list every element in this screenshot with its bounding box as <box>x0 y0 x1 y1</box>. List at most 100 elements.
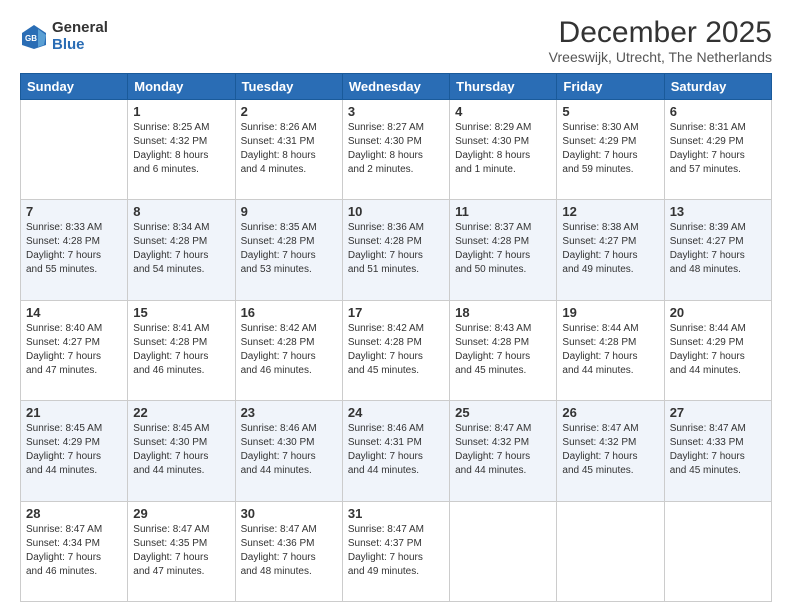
calendar-cell: 28 Sunrise: 8:47 AMSunset: 4:34 PMDayligh… <box>21 501 128 601</box>
day-info: Sunrise: 8:44 AMSunset: 4:29 PMDaylight:… <box>670 322 766 378</box>
day-info: Sunrise: 8:36 AMSunset: 4:28 PMDaylight:… <box>348 221 444 277</box>
day-info: Sunrise: 8:30 AMSunset: 4:29 PMDaylight:… <box>562 121 658 177</box>
day-info: Sunrise: 8:26 AMSunset: 4:31 PMDaylight:… <box>241 121 337 177</box>
day-number: 13 <box>670 204 766 219</box>
day-number: 20 <box>670 305 766 320</box>
calendar-cell: 22 Sunrise: 8:45 AMSunset: 4:30 PMDayligh… <box>128 401 235 501</box>
calendar-cell: 20 Sunrise: 8:44 AMSunset: 4:29 PMDayligh… <box>664 300 771 400</box>
day-number: 2 <box>241 104 337 119</box>
day-info: Sunrise: 8:39 AMSunset: 4:27 PMDaylight:… <box>670 221 766 277</box>
calendar-week-0: 1Sunrise: 8:25 AMSunset: 4:32 PMDaylight… <box>21 100 772 200</box>
day-info: Sunrise: 8:46 AMSunset: 4:30 PMDaylight:… <box>241 422 337 478</box>
day-info: Sunrise: 8:47 AMSunset: 4:32 PMDaylight:… <box>562 422 658 478</box>
day-number: 26 <box>562 405 658 420</box>
title-block: December 2025 Vreeswijk, Utrecht, The Ne… <box>549 16 772 65</box>
day-info: Sunrise: 8:33 AMSunset: 4:28 PMDaylight:… <box>26 221 122 277</box>
day-info: Sunrise: 8:45 AMSunset: 4:29 PMDaylight:… <box>26 422 122 478</box>
day-number: 8 <box>133 204 229 219</box>
day-number: 29 <box>133 506 229 521</box>
day-number: 11 <box>455 204 551 219</box>
calendar-header-row: Sunday Monday Tuesday Wednesday Thursday… <box>21 74 772 100</box>
day-info: Sunrise: 8:40 AMSunset: 4:27 PMDaylight:… <box>26 322 122 378</box>
calendar-cell: 2 Sunrise: 8:26 AMSunset: 4:31 PMDaylight… <box>235 100 342 200</box>
col-tuesday: Tuesday <box>235 74 342 100</box>
day-number: 3 <box>348 104 444 119</box>
day-number: 1 <box>133 104 229 119</box>
logo-general: General <box>52 20 108 37</box>
calendar-table: Sunday Monday Tuesday Wednesday Thursday… <box>20 73 772 602</box>
svg-text:GB: GB <box>25 34 37 43</box>
calendar-cell: 3 Sunrise: 8:27 AMSunset: 4:30 PMDaylight… <box>342 100 449 200</box>
calendar-cell: 10 Sunrise: 8:36 AMSunset: 4:28 PMDayligh… <box>342 200 449 300</box>
day-number: 12 <box>562 204 658 219</box>
calendar-cell: 13 Sunrise: 8:39 AMSunset: 4:27 PMDayligh… <box>664 200 771 300</box>
day-info: Sunrise: 8:47 AMSunset: 4:35 PMDaylight:… <box>133 523 229 579</box>
calendar-cell: 31Sunrise: 8:47 AMSunset: 4:37 PMDayligh… <box>342 501 449 601</box>
calendar-cell: 12 Sunrise: 8:38 AMSunset: 4:27 PMDayligh… <box>557 200 664 300</box>
day-number: 27 <box>670 405 766 420</box>
day-number: 7 <box>26 204 122 219</box>
day-number: 10 <box>348 204 444 219</box>
calendar-cell: 4Sunrise: 8:29 AMSunset: 4:30 PMDaylight… <box>450 100 557 200</box>
day-number: 28 <box>26 506 122 521</box>
day-info: Sunrise: 8:46 AMSunset: 4:31 PMDaylight:… <box>348 422 444 478</box>
day-info: Sunrise: 8:47 AMSunset: 4:34 PMDaylight:… <box>26 523 122 579</box>
main-title: December 2025 <box>549 16 772 49</box>
col-sunday: Sunday <box>21 74 128 100</box>
day-number: 15 <box>133 305 229 320</box>
subtitle: Vreeswijk, Utrecht, The Netherlands <box>549 49 772 65</box>
day-info: Sunrise: 8:31 AMSunset: 4:29 PMDaylight:… <box>670 121 766 177</box>
day-number: 25 <box>455 405 551 420</box>
calendar-week-3: 21 Sunrise: 8:45 AMSunset: 4:29 PMDayligh… <box>21 401 772 501</box>
day-number: 18 <box>455 305 551 320</box>
day-number: 22 <box>133 405 229 420</box>
day-number: 23 <box>241 405 337 420</box>
day-info: Sunrise: 8:47 AMSunset: 4:32 PMDaylight:… <box>455 422 551 478</box>
day-number: 16 <box>241 305 337 320</box>
day-info: Sunrise: 8:34 AMSunset: 4:28 PMDaylight:… <box>133 221 229 277</box>
calendar-cell: 18 Sunrise: 8:43 AMSunset: 4:28 PMDayligh… <box>450 300 557 400</box>
calendar-week-4: 28 Sunrise: 8:47 AMSunset: 4:34 PMDayligh… <box>21 501 772 601</box>
col-wednesday: Wednesday <box>342 74 449 100</box>
day-number: 30 <box>241 506 337 521</box>
calendar-cell: 11 Sunrise: 8:37 AMSunset: 4:28 PMDayligh… <box>450 200 557 300</box>
day-info: Sunrise: 8:38 AMSunset: 4:27 PMDaylight:… <box>562 221 658 277</box>
day-number: 9 <box>241 204 337 219</box>
col-monday: Monday <box>128 74 235 100</box>
day-info: Sunrise: 8:27 AMSunset: 4:30 PMDaylight:… <box>348 121 444 177</box>
calendar-cell <box>664 501 771 601</box>
day-info: Sunrise: 8:47 AMSunset: 4:33 PMDaylight:… <box>670 422 766 478</box>
calendar-cell: 1Sunrise: 8:25 AMSunset: 4:32 PMDaylight… <box>128 100 235 200</box>
day-info: Sunrise: 8:43 AMSunset: 4:28 PMDaylight:… <box>455 322 551 378</box>
logo-blue: Blue <box>52 37 108 54</box>
calendar-cell: 29 Sunrise: 8:47 AMSunset: 4:35 PMDayligh… <box>128 501 235 601</box>
calendar-cell: 17Sunrise: 8:42 AMSunset: 4:28 PMDayligh… <box>342 300 449 400</box>
logo: GB General Blue <box>20 20 108 53</box>
page: GB General Blue December 2025 Vreeswijk,… <box>0 0 792 612</box>
calendar-week-2: 14Sunrise: 8:40 AMSunset: 4:27 PMDayligh… <box>21 300 772 400</box>
calendar-cell: 8 Sunrise: 8:34 AMSunset: 4:28 PMDaylight… <box>128 200 235 300</box>
col-friday: Friday <box>557 74 664 100</box>
day-number: 5 <box>562 104 658 119</box>
day-info: Sunrise: 8:47 AMSunset: 4:37 PMDaylight:… <box>348 523 444 579</box>
col-saturday: Saturday <box>664 74 771 100</box>
calendar-cell: 27 Sunrise: 8:47 AMSunset: 4:33 PMDayligh… <box>664 401 771 501</box>
calendar-cell: 16Sunrise: 8:42 AMSunset: 4:28 PMDayligh… <box>235 300 342 400</box>
calendar-cell: 21 Sunrise: 8:45 AMSunset: 4:29 PMDayligh… <box>21 401 128 501</box>
day-info: Sunrise: 8:45 AMSunset: 4:30 PMDaylight:… <box>133 422 229 478</box>
day-number: 21 <box>26 405 122 420</box>
day-info: Sunrise: 8:41 AMSunset: 4:28 PMDaylight:… <box>133 322 229 378</box>
day-info: Sunrise: 8:44 AMSunset: 4:28 PMDaylight:… <box>562 322 658 378</box>
col-thursday: Thursday <box>450 74 557 100</box>
calendar-cell: 26 Sunrise: 8:47 AMSunset: 4:32 PMDayligh… <box>557 401 664 501</box>
day-info: Sunrise: 8:35 AMSunset: 4:28 PMDaylight:… <box>241 221 337 277</box>
calendar-cell: 30 Sunrise: 8:47 AMSunset: 4:36 PMDayligh… <box>235 501 342 601</box>
day-info: Sunrise: 8:37 AMSunset: 4:28 PMDaylight:… <box>455 221 551 277</box>
day-info: Sunrise: 8:47 AMSunset: 4:36 PMDaylight:… <box>241 523 337 579</box>
day-number: 19 <box>562 305 658 320</box>
calendar-cell: 25 Sunrise: 8:47 AMSunset: 4:32 PMDayligh… <box>450 401 557 501</box>
calendar-cell: 6Sunrise: 8:31 AMSunset: 4:29 PMDaylight… <box>664 100 771 200</box>
day-number: 24 <box>348 405 444 420</box>
calendar-cell: 19 Sunrise: 8:44 AMSunset: 4:28 PMDayligh… <box>557 300 664 400</box>
day-info: Sunrise: 8:29 AMSunset: 4:30 PMDaylight:… <box>455 121 551 177</box>
